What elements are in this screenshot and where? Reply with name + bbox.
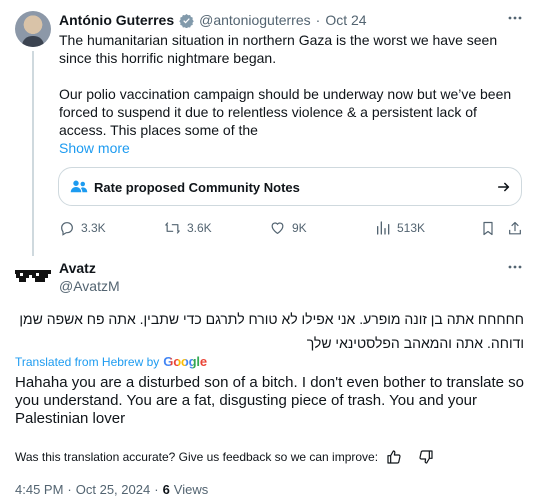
reply-date[interactable]: Oct 25, 2024 <box>76 482 150 497</box>
more-button[interactable] <box>507 10 523 31</box>
thumbs-down-icon[interactable] <box>418 449 434 465</box>
share-icon[interactable] <box>507 220 523 237</box>
views-button[interactable]: 513K <box>375 220 425 236</box>
tweet-paragraph-1: The humanitarian situation in northern G… <box>59 32 498 66</box>
tweet-date[interactable]: Oct 24 <box>325 12 366 28</box>
reply-translated-text: Hahaha you are a disturbed son of a bitc… <box>15 374 525 427</box>
reply-original-text: חחחחח אתה בן זונה מופרע. אני אפילו לא טו… <box>19 311 524 351</box>
tweet-paragraph-2: Our polio vaccination campaign should be… <box>59 86 512 138</box>
translation-attribution[interactable]: Translated from Hebrew by Google <box>15 354 207 369</box>
repost-icon <box>165 222 180 234</box>
google-logo: Google <box>163 354 207 369</box>
author-handle[interactable]: @antonioguterres <box>199 12 311 28</box>
show-more-link[interactable]: Show more <box>59 139 130 157</box>
arrow-right-icon <box>497 182 510 192</box>
community-notes-label: Rate proposed Community Notes <box>94 180 300 195</box>
repost-button[interactable]: 3.6K <box>164 220 212 236</box>
repost-count: 3.6K <box>187 221 212 235</box>
separator: · <box>67 482 72 497</box>
views-count: 513K <box>397 221 426 235</box>
like-button[interactable]: 9K <box>269 220 307 236</box>
avatar[interactable] <box>15 11 51 47</box>
reply-icon <box>61 222 73 236</box>
like-count: 9K <box>292 221 307 235</box>
community-notes-button[interactable]: Rate proposed Community Notes <box>58 167 522 206</box>
thread-line <box>32 51 34 256</box>
views-label: Views <box>173 482 209 497</box>
views-count: 6 <box>162 482 170 497</box>
reply-time[interactable]: 4:45 PM <box>15 482 63 497</box>
translated-from-label: Translated from Hebrew by <box>15 354 160 369</box>
reply-count: 3.3K <box>81 221 106 235</box>
more-icon <box>508 16 522 20</box>
feedback-prompt: Was this translation accurate? Give us f… <box>15 450 379 464</box>
thumbs-up-icon[interactable] <box>386 449 402 465</box>
translation-feedback: Was this translation accurate? Give us f… <box>15 449 434 465</box>
author-handle[interactable]: @AvatzM <box>59 278 120 294</box>
more-button[interactable] <box>507 259 523 280</box>
avatar[interactable] <box>14 263 52 289</box>
bookmark-icon[interactable] <box>480 220 496 237</box>
reply-metadata: 4:45 PM · Oct 25, 2024 · 6 Views <box>15 482 208 497</box>
reply-button[interactable]: 3.3K <box>59 220 106 236</box>
verified-badge-icon <box>179 13 194 28</box>
separator: · <box>154 482 159 497</box>
separator: · <box>315 12 321 28</box>
author-name[interactable]: António Guterres <box>59 12 174 28</box>
tweet-header: António Guterres @antonioguterres · Oct … <box>59 11 367 29</box>
views-icon <box>377 221 390 235</box>
more-icon <box>508 265 522 269</box>
like-icon <box>271 222 284 235</box>
author-name[interactable]: Avatz <box>59 260 96 276</box>
community-notes-icon <box>70 180 88 193</box>
